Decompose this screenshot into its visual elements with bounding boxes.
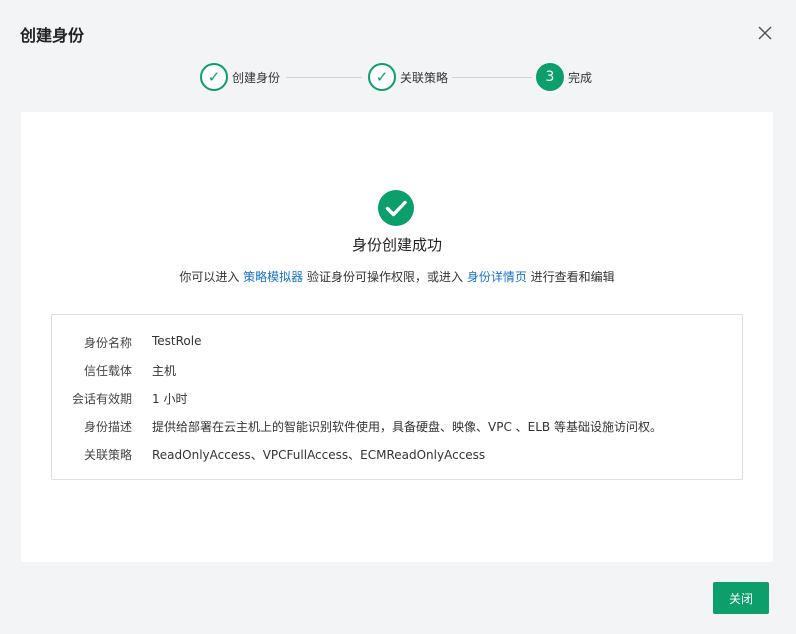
field-label: 身份名称 <box>83 336 132 350</box>
field-label: 会话有效期 <box>71 392 132 406</box>
step-label: 完成 <box>568 70 593 85</box>
success-check-icon <box>378 190 414 226</box>
close-button[interactable]: 关闭 <box>713 582 769 614</box>
hint-text: 你可以进入 <box>179 270 244 284</box>
step-label: 创建身份 <box>232 70 281 85</box>
field-label: 信任载体 <box>83 364 132 378</box>
dialog-title: 创建身份 <box>20 26 85 45</box>
close-icon[interactable] <box>756 24 774 42</box>
hint-text: 进行查看和编辑 <box>526 270 615 284</box>
step-attach-policy: ✓ 关联策略 <box>368 63 448 91</box>
field-value: 主机 <box>152 364 177 378</box>
success-title: 身份创建成功 <box>351 236 442 254</box>
hint-text: 验证身份可操作权限，或进入 <box>303 270 467 284</box>
step-connector <box>452 77 532 78</box>
next-steps-hint: 你可以进入 策略模拟器 验证身份可操作权限，或进入 身份详情页 进行查看和编辑 <box>21 268 773 285</box>
summary-row-policies: 关联策略 ReadOnlyAccess、VPCFullAccess、ECMRea… <box>52 446 485 464</box>
identity-detail-link[interactable]: 身份详情页 <box>467 270 527 284</box>
identity-summary: 身份名称 TestRole 信任载体 主机 会话有效期 1 小时 身份描述 提供… <box>51 314 743 480</box>
policy-simulator-link[interactable]: 策略模拟器 <box>243 270 303 284</box>
step-complete: 3 完成 <box>536 63 592 91</box>
field-label: 关联策略 <box>83 448 132 462</box>
field-label: 身份描述 <box>83 420 132 434</box>
field-value: 提供给部署在云主机上的智能识别软件使用，具备硬盘、映像、VPC 、ELB 等基础… <box>152 420 662 434</box>
stepper: ✓ 创建身份 ✓ 关联策略 3 完成 <box>200 63 620 93</box>
summary-row-session: 会话有效期 1 小时 <box>52 390 187 408</box>
result-card: 身份创建成功 你可以进入 策略模拟器 验证身份可操作权限，或进入 身份详情页 进… <box>21 112 773 562</box>
field-value: 1 小时 <box>152 392 188 406</box>
step-create-identity: ✓ 创建身份 <box>200 63 280 91</box>
create-identity-dialog: 创建身份 ✓ 创建身份 ✓ 关联策略 3 完成 身份创建成功 你可以进入 策略模… <box>0 0 796 634</box>
check-icon: ✓ <box>368 63 396 91</box>
field-value: ReadOnlyAccess、VPCFullAccess、ECMReadOnly… <box>152 448 486 462</box>
step-number: 3 <box>536 63 564 91</box>
summary-row-description: 身份描述 提供给部署在云主机上的智能识别软件使用，具备硬盘、映像、VPC 、EL… <box>52 418 662 436</box>
step-connector <box>286 77 362 78</box>
field-value: TestRole <box>152 334 202 348</box>
check-icon: ✓ <box>200 63 228 91</box>
summary-row-name: 身份名称 TestRole <box>52 334 202 352</box>
summary-row-trust: 信任载体 主机 <box>52 362 176 380</box>
step-label: 关联策略 <box>400 70 449 85</box>
